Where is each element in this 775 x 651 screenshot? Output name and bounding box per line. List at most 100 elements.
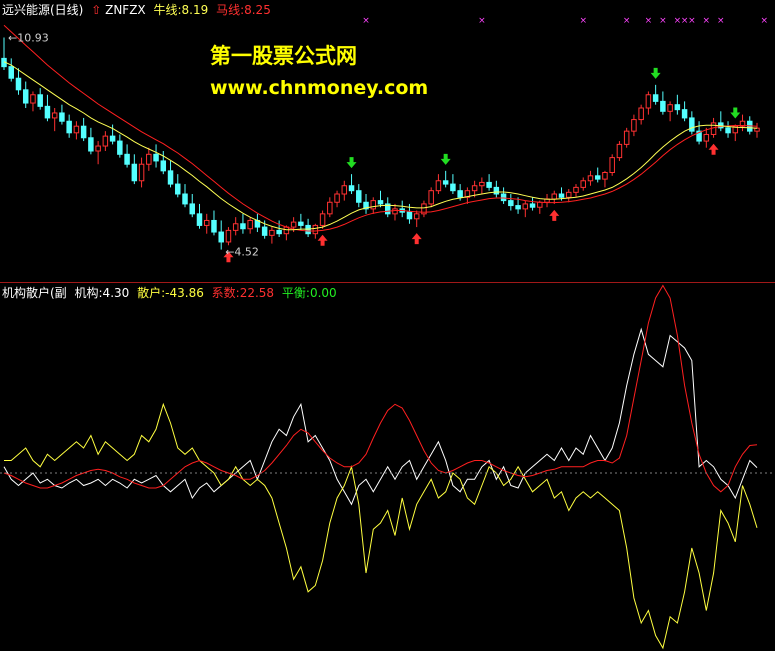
candle-body	[616, 143, 623, 159]
ma-fast-label: 牛线:8.19	[153, 3, 209, 17]
candle-body	[703, 133, 710, 142]
candle-body	[319, 213, 326, 226]
indicator-header: 机构散户(副 机构:4.30 散户:-43.86 系数:22.58 平衡:0.0…	[2, 286, 337, 300]
candle-body	[392, 208, 398, 215]
candle-body	[160, 160, 167, 172]
candle-body	[95, 145, 101, 152]
signal-mark: ×	[703, 16, 711, 26]
candle-body	[167, 170, 174, 185]
candle-body	[479, 181, 485, 187]
candle-body	[298, 221, 304, 226]
candle-body	[189, 203, 195, 215]
signal-mark: ×	[760, 16, 768, 26]
low-label: ←4.52	[225, 246, 259, 259]
retail-label: 散户:-43.86	[137, 286, 204, 300]
signal-mark: ×	[478, 16, 486, 26]
candle-body	[413, 213, 420, 220]
candle-body	[515, 205, 521, 210]
candle-body	[261, 226, 268, 236]
candle-body	[638, 107, 644, 121]
candle-body	[529, 203, 536, 208]
candle-body	[124, 153, 130, 165]
candle-body	[558, 193, 565, 198]
candle-body	[117, 140, 123, 155]
candle-body	[377, 200, 384, 205]
candle-body	[30, 94, 36, 104]
candle-body	[138, 163, 145, 182]
candle-body	[493, 186, 500, 195]
high-label: ←10.93	[8, 32, 49, 45]
candle-body	[594, 175, 601, 180]
balance-label: 平衡:0.00	[281, 286, 337, 300]
candle-body	[8, 66, 14, 79]
candle-body	[225, 229, 232, 243]
candle-body	[182, 193, 188, 205]
candle-body	[631, 119, 637, 132]
candle-body	[457, 190, 463, 198]
coefficient-label: 系数:22.58	[211, 286, 275, 300]
candle-body	[247, 219, 253, 230]
signal-mark: ×	[717, 16, 725, 26]
candle-body	[652, 94, 659, 102]
candle	[623, 127, 630, 148]
candle-body	[645, 94, 652, 109]
signal-mark: ×	[623, 16, 631, 26]
candle-body	[674, 104, 681, 111]
institution-label: 机构:4.30	[74, 286, 130, 300]
candle-body	[175, 183, 181, 195]
candle-body	[667, 104, 673, 112]
candle-body	[587, 175, 594, 182]
candle-body	[131, 163, 138, 182]
candle-body	[551, 193, 558, 200]
candle-body	[146, 153, 152, 165]
candle-body	[754, 127, 760, 132]
candle	[616, 141, 623, 161]
candle-body	[660, 100, 666, 112]
signal-mark: ×	[579, 16, 587, 26]
candle	[428, 187, 434, 208]
candle-body	[51, 112, 58, 119]
candle-body	[522, 203, 529, 210]
candle-body	[80, 125, 87, 139]
candle-body	[681, 109, 688, 119]
candle-body	[566, 191, 572, 198]
indicator-name: 机构散户(副	[2, 286, 67, 300]
candle-body	[348, 185, 355, 192]
ma-slow-label: 马线:8.25	[216, 3, 271, 17]
chart-header: 远兴能源(日线) ⇧ ZNFZX 牛线:8.19 马线:8.25	[2, 3, 271, 17]
candle-body	[428, 190, 434, 205]
candle-body	[442, 180, 449, 185]
candle-body	[508, 200, 514, 207]
candle-body	[290, 221, 297, 228]
candle-body	[312, 224, 319, 235]
candle-body	[37, 94, 43, 107]
candle-body	[486, 181, 492, 188]
candle-body	[203, 219, 210, 226]
candle-body	[269, 229, 275, 236]
candle-body	[240, 223, 246, 230]
candle	[609, 154, 615, 176]
candle-body	[689, 117, 695, 132]
candle-body	[66, 120, 72, 134]
candle-body	[580, 180, 586, 188]
candle-body	[22, 89, 29, 104]
candle-body	[537, 201, 543, 208]
candle-body	[725, 127, 731, 134]
candle-body	[196, 213, 203, 226]
candle-body	[283, 226, 290, 235]
candle-body	[102, 135, 109, 147]
candle-body	[435, 180, 442, 192]
candle-body	[602, 172, 608, 180]
candle-body	[500, 193, 507, 202]
candle-body	[59, 112, 65, 122]
candle-body	[109, 135, 116, 142]
candle-body	[276, 229, 282, 235]
signal-mark: ×	[659, 16, 667, 26]
candle-body	[211, 219, 217, 233]
candle-body	[73, 125, 80, 134]
candle-body	[573, 186, 579, 193]
candle-body	[623, 130, 630, 145]
candle-body	[370, 200, 377, 210]
formula-up-arrow-icon: ⇧	[91, 3, 102, 17]
signal-mark: ×	[645, 16, 653, 26]
